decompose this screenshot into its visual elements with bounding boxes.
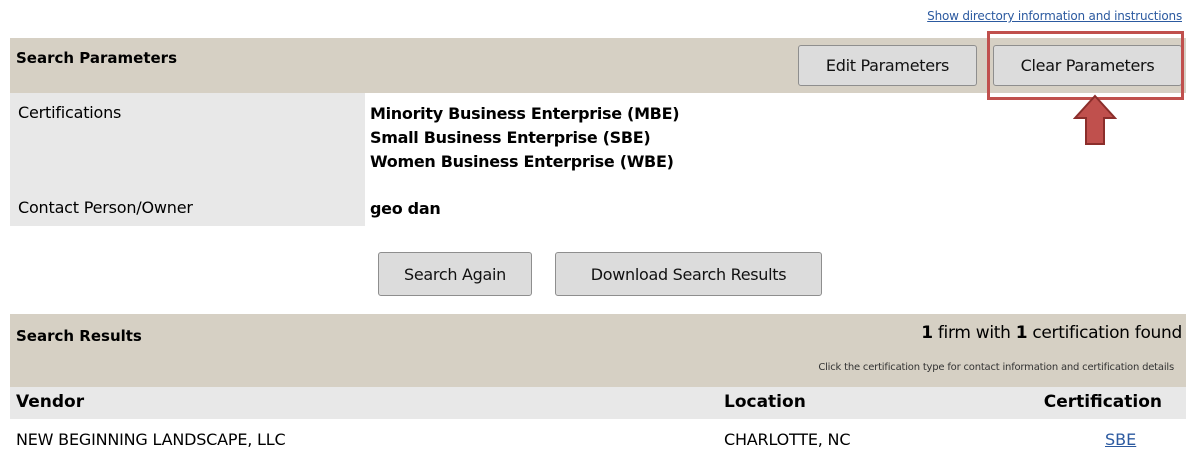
certification-text: certification found [1027,323,1182,343]
directory-instructions-link[interactable]: Show directory information and instructi… [927,9,1182,23]
contact-person-label: Contact Person/Owner [18,198,193,217]
contact-person-value: geo dan [370,199,441,218]
up-arrow-icon [1073,94,1117,145]
table-row: NEW BEGINNING LANDSCAPE, LLC CHARLOTTE, … [10,419,1186,453]
edit-parameters-button[interactable]: Edit Parameters [798,45,977,86]
results-instruction-note: Click the certification type for contact… [818,362,1174,373]
contact-person-label-cell: Contact Person/Owner [10,191,365,226]
search-results-title: Search Results [16,327,142,345]
clear-parameters-highlight [987,31,1184,100]
download-search-results-button[interactable]: Download Search Results [555,252,822,296]
certification-link-sbe[interactable]: SBE [1105,430,1136,449]
certifications-label: Certifications [18,103,122,122]
vendor-name: NEW BEGINNING LANDSCAPE, LLC [16,430,286,449]
certification-column-header: Certification [1043,392,1162,412]
results-column-header-row: Vendor Location Certification [10,387,1186,419]
certification-value: Small Business Enterprise (SBE) [370,128,651,147]
certification-value: Women Business Enterprise (WBE) [370,152,674,171]
firm-text: firm with [932,323,1016,343]
firm-count: 1 [921,323,933,343]
certification-count: 1 [1015,323,1028,343]
search-parameters-title: Search Parameters [16,49,177,67]
vendor-location: CHARLOTTE, NC [724,430,851,449]
certifications-label-cell: Certifications [10,93,365,191]
location-column-header: Location [724,392,806,412]
vendor-column-header: Vendor [16,392,85,412]
certifications-values: Minority Business Enterprise (MBE) Small… [370,102,680,174]
search-results-header: Search Results 1 firm with 1 certificati… [10,314,1186,387]
certification-value: Minority Business Enterprise (MBE) [370,104,680,123]
search-again-button[interactable]: Search Again [378,252,532,296]
results-summary: 1 firm with 1 certification found [921,323,1182,343]
